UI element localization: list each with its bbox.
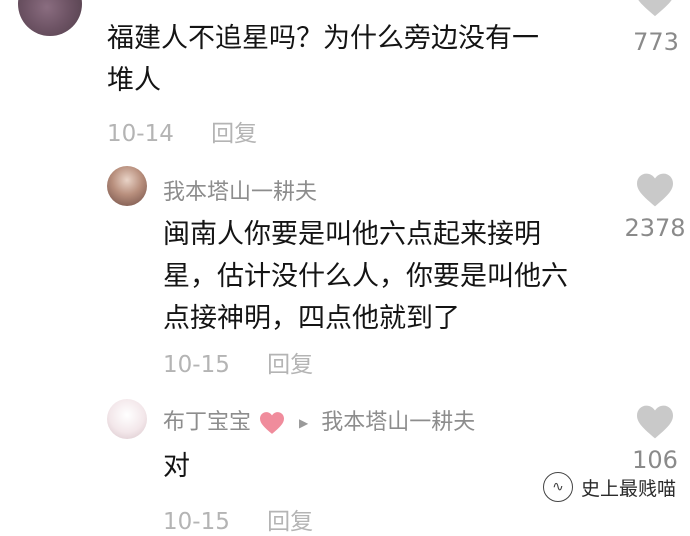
comment-text-line: 星，估计没什么人，你要是叫他六 [163,261,568,292]
comment-text-line: 对 [163,451,190,482]
reply-button[interactable]: 回复 [267,352,313,378]
comment-text-line: 点接神明，四点他就到了 [163,303,460,334]
like-count: 773 [633,28,679,56]
username[interactable]: 布丁宝宝 [163,410,251,435]
avatar[interactable] [107,399,147,439]
comment-text: 闽南人你要是叫他六点起来接明 星，估计没什么人，你要是叫他六 点接神明，四点他就… [163,214,568,340]
heart-icon [637,173,673,207]
comment-text: 福建人不追星吗？为什么旁边没有一 堆人 [107,18,539,102]
comment-text-line: 福建人不追星吗？为什么旁边没有一 [107,23,539,54]
reply-to-username[interactable]: 我本塔山一耕夫 [321,410,475,435]
comment-date: 10-14 [107,121,174,147]
pink-heart-icon [260,412,285,434]
reply-button[interactable]: 回复 [267,509,313,535]
wechat-official-account-icon: ∿ [542,472,573,502]
comment-date: 10-15 [163,509,230,535]
comment-date: 10-15 [163,352,230,378]
reply-header: 布丁宝宝 ▶ 我本塔山一耕夫 [163,404,475,436]
heart-icon [638,0,672,17]
comment-text-line: 闽南人你要是叫他六点起来接明 [163,219,541,250]
like-button[interactable]: 106 [620,404,690,474]
comment-meta: 10-15 回复 [163,345,313,379]
avatar[interactable] [107,166,147,206]
comment-meta: 10-15 回复 [163,502,313,536]
comment-meta: 10-14 回复 [107,114,257,148]
like-count: 2378 [624,214,686,242]
comment-text-line: 堆人 [107,65,161,96]
like-count: 106 [632,446,678,474]
username[interactable]: 我本塔山一耕夫 [163,174,317,206]
reply-button[interactable]: 回复 [211,121,257,147]
watermark: ∿ 史上最贱喵 [542,472,676,502]
triangle-right-icon: ▶ [299,416,309,430]
avatar[interactable] [18,0,82,36]
like-button[interactable] [632,0,678,22]
like-button[interactable]: 2378 [620,172,690,242]
watermark-text: 史上最贱喵 [580,477,676,500]
heart-icon [637,405,673,439]
comment-text: 对 [163,446,190,488]
